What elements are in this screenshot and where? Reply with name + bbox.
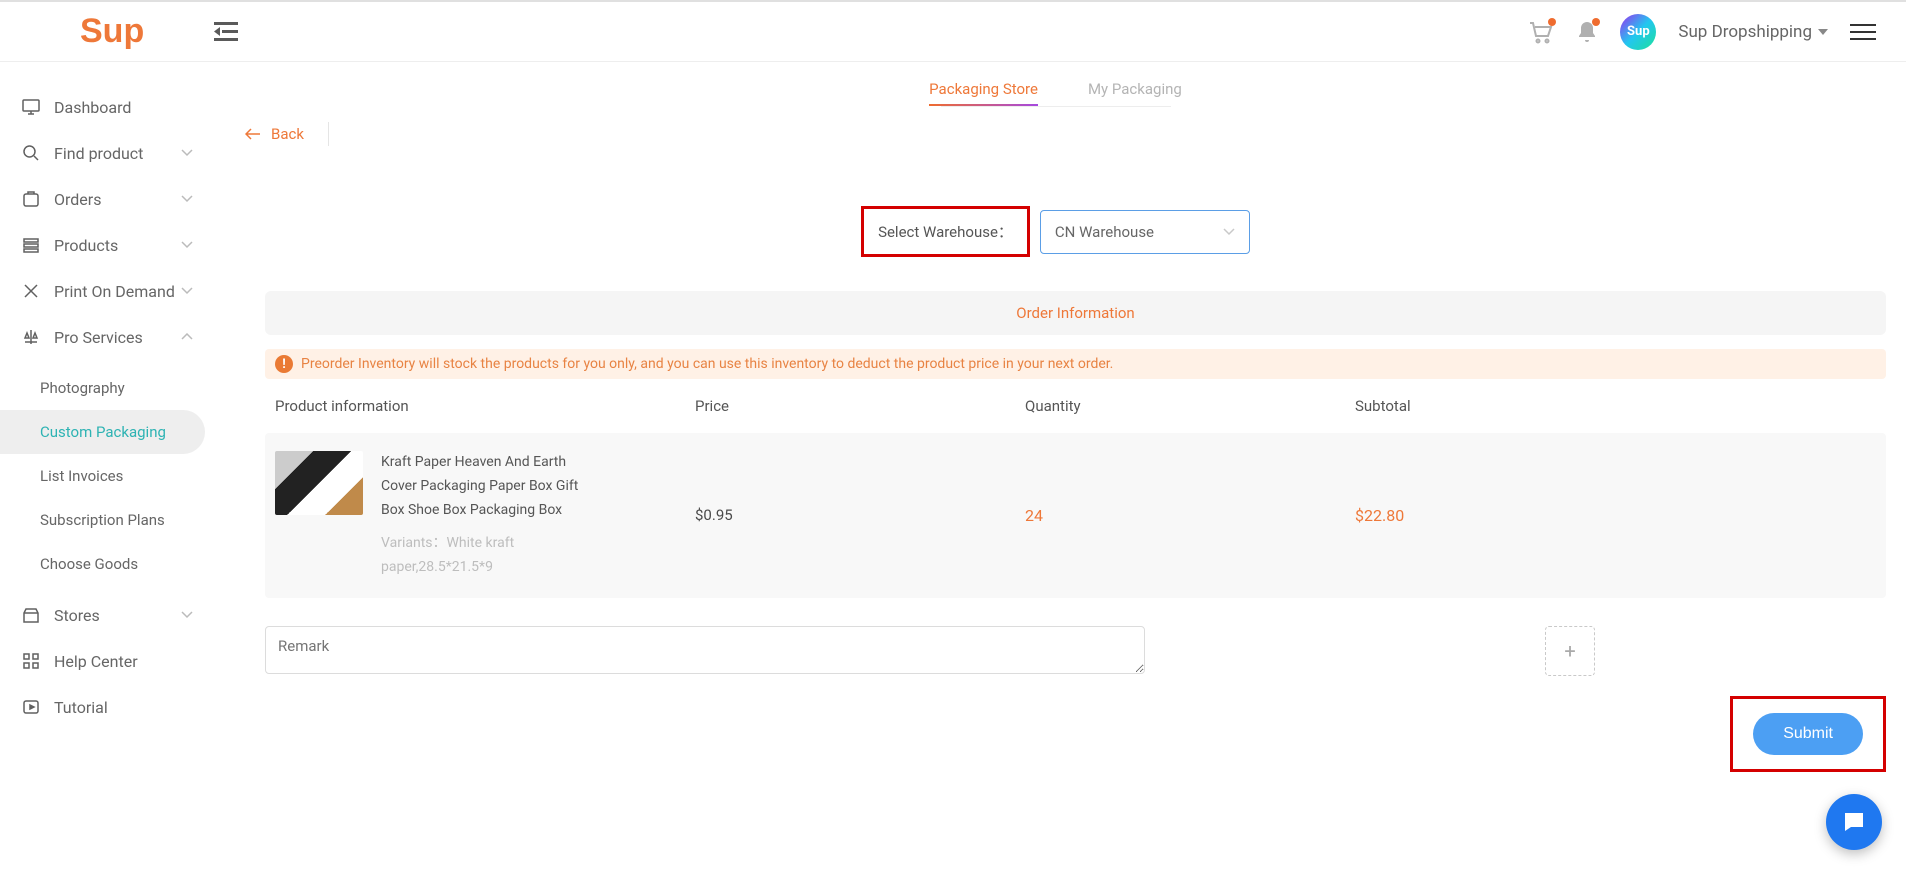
product-price: $0.95 bbox=[695, 451, 1025, 580]
main: Packaging Store My Packaging Back Select… bbox=[205, 62, 1906, 872]
variants-label: Variants： bbox=[381, 535, 447, 551]
sidebar-item-label: Print On Demand bbox=[54, 282, 175, 301]
search-icon bbox=[22, 144, 40, 162]
col-product: Product information bbox=[275, 397, 695, 415]
store-icon bbox=[22, 606, 40, 624]
sidebar-item-dashboard[interactable]: Dashboard bbox=[0, 84, 205, 130]
sidebar-subitem-choose-goods[interactable]: Choose Goods bbox=[0, 542, 205, 586]
sidebar-toggle-icon[interactable] bbox=[214, 22, 238, 42]
sidebar-item-find-product[interactable]: Find product bbox=[0, 130, 205, 176]
sidebar-item-print-on-demand[interactable]: Print On Demand bbox=[0, 268, 205, 314]
chat-icon bbox=[1841, 809, 1867, 835]
sidebar-item-tutorial[interactable]: Tutorial bbox=[0, 684, 205, 730]
sidebar-item-products[interactable]: Products bbox=[0, 222, 205, 268]
tab-packaging-store[interactable]: Packaging Store bbox=[929, 80, 1038, 106]
remark-input[interactable] bbox=[265, 626, 1145, 674]
chevron-down-icon bbox=[181, 241, 193, 249]
chevron-down-icon bbox=[1818, 29, 1828, 35]
sidebar-item-stores[interactable]: Stores bbox=[0, 592, 205, 638]
cart-icon[interactable] bbox=[1528, 20, 1554, 44]
arrow-left-icon bbox=[245, 128, 261, 140]
play-icon bbox=[22, 698, 40, 716]
warehouse-label: Select Warehouse： bbox=[861, 206, 1030, 257]
sidebar-subitem-photography[interactable]: Photography bbox=[0, 366, 205, 410]
product-subtotal: $22.80 bbox=[1355, 451, 1876, 580]
warehouse-selector-row: Select Warehouse： CN Warehouse bbox=[205, 206, 1906, 257]
product-quantity: 24 bbox=[1025, 451, 1355, 580]
chat-fab[interactable] bbox=[1826, 794, 1882, 850]
section-title: Order Information bbox=[265, 291, 1886, 335]
sidebar-item-pro-services[interactable]: Pro Services bbox=[0, 314, 205, 360]
submit-highlight: Submit bbox=[1730, 696, 1886, 772]
chevron-down-icon bbox=[181, 287, 193, 295]
plus-icon: + bbox=[1564, 639, 1575, 663]
sidebar-item-label: Dashboard bbox=[54, 98, 131, 117]
sidebar-subitem-list-invoices[interactable]: List Invoices bbox=[0, 454, 205, 498]
col-quantity: Quantity bbox=[1025, 397, 1355, 415]
scale-icon bbox=[22, 328, 40, 346]
tab-my-packaging[interactable]: My Packaging bbox=[1088, 80, 1182, 106]
back-label: Back bbox=[271, 125, 304, 143]
sidebar-item-label: Stores bbox=[54, 606, 100, 625]
sidebar-subitem-subscription-plans[interactable]: Subscription Plans bbox=[0, 498, 205, 542]
package-icon bbox=[22, 190, 40, 208]
col-price: Price bbox=[695, 397, 1025, 415]
sidebar-item-orders[interactable]: Orders bbox=[0, 176, 205, 222]
notifications-badge bbox=[1592, 18, 1600, 26]
warehouse-select[interactable]: CN Warehouse bbox=[1040, 210, 1250, 254]
logo[interactable]: Sup bbox=[80, 12, 144, 51]
notifications-icon[interactable] bbox=[1576, 20, 1598, 44]
user-menu[interactable]: Sup Dropshipping bbox=[1678, 22, 1828, 42]
sidebar-sublist-pro-services: Photography Custom Packaging List Invoic… bbox=[0, 360, 205, 592]
menu-icon[interactable] bbox=[1850, 24, 1876, 40]
sidebar-item-help-center[interactable]: Help Center bbox=[0, 638, 205, 684]
sidebar-item-label: Pro Services bbox=[54, 328, 143, 347]
chevron-down-icon bbox=[1223, 228, 1235, 236]
sidebar-item-label: Orders bbox=[54, 190, 101, 209]
back-button[interactable]: Back bbox=[245, 122, 329, 146]
warning-icon: ! bbox=[275, 355, 293, 373]
sidebar-item-label: Tutorial bbox=[54, 698, 108, 717]
avatar[interactable]: Sup bbox=[1620, 14, 1656, 50]
topbar: Sup Sup Sup Dropshipping bbox=[0, 0, 1906, 62]
product-thumbnail bbox=[275, 451, 363, 515]
tools-icon bbox=[22, 282, 40, 300]
tabs-underline bbox=[941, 106, 1171, 107]
tabs: Packaging Store My Packaging bbox=[205, 62, 1906, 106]
chevron-down-icon bbox=[181, 195, 193, 203]
monitor-icon bbox=[22, 98, 40, 116]
table-row: Kraft Paper Heaven And Earth Cover Packa… bbox=[265, 433, 1886, 598]
sidebar-item-label: Find product bbox=[54, 144, 143, 163]
col-subtotal: Subtotal bbox=[1355, 397, 1876, 415]
banner-text: Preorder Inventory will stock the produc… bbox=[301, 356, 1113, 372]
sidebar-subitem-custom-packaging[interactable]: Custom Packaging bbox=[0, 410, 205, 454]
product-name: Kraft Paper Heaven And Earth Cover Packa… bbox=[381, 451, 581, 522]
sidebar-item-label: Help Center bbox=[54, 652, 138, 671]
sidebar-item-label: Products bbox=[54, 236, 118, 255]
stack-icon bbox=[22, 236, 40, 254]
chevron-down-icon bbox=[181, 611, 193, 619]
grid-icon bbox=[22, 652, 40, 670]
cart-badge bbox=[1548, 18, 1556, 26]
add-item-button[interactable]: + bbox=[1545, 626, 1595, 676]
warehouse-selected-value: CN Warehouse bbox=[1055, 223, 1154, 241]
chevron-down-icon bbox=[181, 149, 193, 157]
submit-button[interactable]: Submit bbox=[1753, 713, 1863, 755]
table-header: Product information Price Quantity Subto… bbox=[265, 379, 1886, 433]
user-label: Sup Dropshipping bbox=[1678, 22, 1812, 42]
info-banner: ! Preorder Inventory will stock the prod… bbox=[265, 349, 1886, 379]
sidebar: Dashboard Find product Orders Products P… bbox=[0, 62, 205, 730]
chevron-up-icon bbox=[181, 333, 193, 341]
